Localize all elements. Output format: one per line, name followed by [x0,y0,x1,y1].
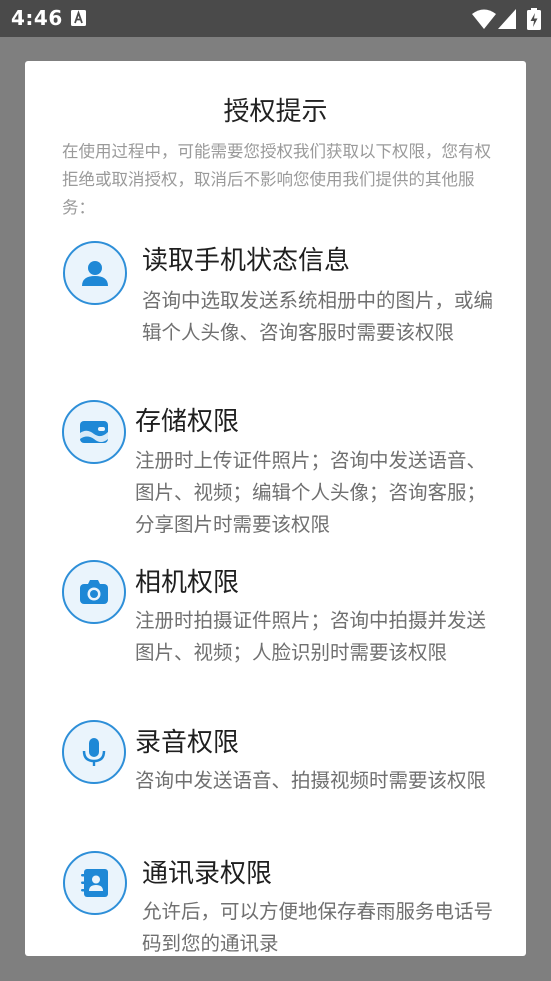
permission-title: 相机权限 [135,568,240,598]
dialog-title: 授权提示 [223,97,328,127]
notification-a-icon [71,10,86,26]
permission-description: 咨询中发送语音、拍摄视频时需要该权限 [135,769,487,792]
status-time: 4:46 [11,6,63,30]
signal-icon [498,9,516,29]
permission-description: 允许后，可以方便地保存春雨服务电话号码到您的通讯录 [142,900,494,955]
permission-title: 读取手机状态信息 [142,246,351,276]
wifi-icon [472,9,496,29]
permission-description: 注册时拍摄证件照片；咨询中拍摄并发送图片、视频；人脸识别时需要该权限 [135,609,487,664]
microphone-icon [62,720,126,784]
wallet-storage-icon [62,400,126,464]
permission-title: 录音权限 [135,728,240,758]
battery-charging-icon [527,8,541,30]
person-icon [63,241,127,305]
contacts-book-icon [63,851,127,915]
permission-description: 咨询中选取发送系统相册中的图片，或编辑个人头像、咨询客服时需要该权限 [142,289,494,344]
dialog-intro: 在使用过程中，可能需要您授权我们获取以下权限，您有权拒绝或取消授权，取消后不影响… [62,142,491,217]
permission-description: 注册时上传证件照片；咨询中发送语音、图片、视频；编辑个人头像；咨询客服；分享图片… [135,449,487,536]
camera-icon [62,560,126,624]
scrim-bottom [0,956,551,981]
permission-title: 存储权限 [135,407,240,437]
status-bar: 4:46 [0,0,551,37]
permission-dialog: 授权提示 在使用过程中，可能需要您授权我们获取以下权限，您有权拒绝或取消授权，取… [25,61,526,956]
permission-title: 通讯录权限 [142,859,273,889]
